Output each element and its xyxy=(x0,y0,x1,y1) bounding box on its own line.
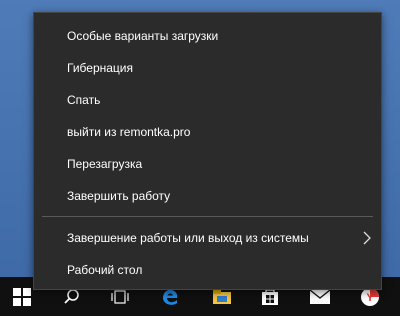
menu-item-shutdown-submenu[interactable]: Завершение работы или выход из системы xyxy=(34,222,381,254)
menu-item-hibernate[interactable]: Гибернация xyxy=(34,52,381,84)
menu-item-label: Перезагрузка xyxy=(67,157,143,171)
menu-item-label: Рабочий стол xyxy=(67,263,143,277)
menu-item-sleep[interactable]: Спать xyxy=(34,84,381,116)
menu-item-label: Гибернация xyxy=(67,61,133,75)
power-user-menu: Особые варианты загрузки Гибернация Спат… xyxy=(33,12,382,290)
menu-item-advanced-startup[interactable]: Особые варианты загрузки xyxy=(34,20,381,52)
menu-item-shut-down[interactable]: Завершить работу xyxy=(34,180,381,212)
menu-item-label: выйти из remontka.pro xyxy=(67,125,191,139)
menu-item-label: Завершение работы или выход из системы xyxy=(67,231,309,245)
menu-item-restart[interactable]: Перезагрузка xyxy=(34,148,381,180)
menu-item-label: Особые варианты загрузки xyxy=(67,29,219,43)
start-icon[interactable] xyxy=(8,283,36,311)
chevron-right-icon xyxy=(363,231,371,248)
menu-item-sign-out[interactable]: выйти из remontka.pro xyxy=(34,116,381,148)
menu-item-desktop[interactable]: Рабочий стол xyxy=(34,254,381,286)
menu-item-label: Спать xyxy=(67,93,101,107)
menu-separator xyxy=(42,216,373,217)
menu-item-label: Завершить работу xyxy=(67,189,171,203)
svg-text:Y: Y xyxy=(366,292,374,304)
